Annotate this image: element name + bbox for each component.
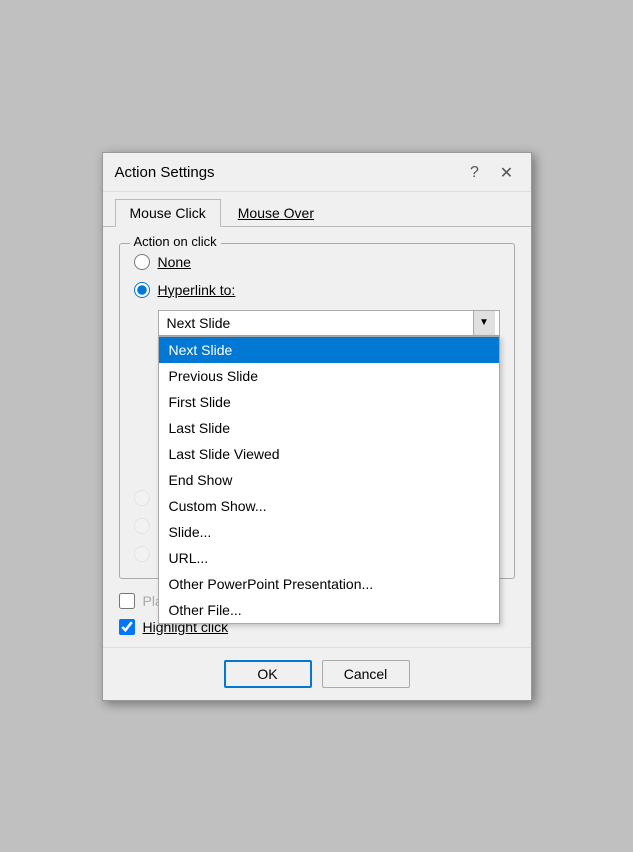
- hyperlink-dropdown[interactable]: Next Slide ▼: [158, 310, 500, 336]
- dropdown-item-end-show[interactable]: End Show: [159, 467, 499, 493]
- highlight-click-checkbox[interactable]: [119, 619, 135, 635]
- play-sound-checkbox[interactable]: [119, 593, 135, 609]
- hyperlink-option-row: Hyperlink to:: [134, 282, 500, 298]
- title-bar: Action Settings ? ✕: [103, 153, 531, 192]
- action-settings-dialog: Action Settings ? ✕ Mouse Click Mouse Ov…: [102, 152, 532, 701]
- dialog-content: Action on click None Hyperlink to: Next …: [103, 227, 531, 647]
- ok-button[interactable]: OK: [224, 660, 312, 688]
- none-label[interactable]: None: [158, 254, 191, 270]
- dropdown-item-last-slide-viewed[interactable]: Last Slide Viewed: [159, 441, 499, 467]
- run-macro-radio[interactable]: [134, 518, 150, 534]
- tab-mouse-click[interactable]: Mouse Click: [115, 199, 221, 227]
- dialog-title: Action Settings: [115, 164, 215, 181]
- none-radio[interactable]: [134, 254, 150, 270]
- dropdown-item-previous-slide[interactable]: Previous Slide: [159, 363, 499, 389]
- hyperlink-dropdown-container: Next Slide ▼ Next Slide Previous Slide F…: [158, 310, 500, 336]
- dropdown-item-slide[interactable]: Slide...: [159, 519, 499, 545]
- run-program-radio[interactable]: [134, 490, 150, 506]
- dropdown-item-last-slide[interactable]: Last Slide: [159, 415, 499, 441]
- dialog-footer: OK Cancel: [103, 647, 531, 700]
- tab-mouse-over[interactable]: Mouse Over: [223, 199, 329, 227]
- tab-bar: Mouse Click Mouse Over: [103, 192, 531, 227]
- hyperlink-label[interactable]: Hyperlink to:: [158, 282, 236, 298]
- help-button[interactable]: ?: [463, 161, 487, 185]
- dropdown-arrow-icon[interactable]: ▼: [473, 311, 495, 335]
- close-button[interactable]: ✕: [495, 161, 519, 185]
- dropdown-item-next-slide[interactable]: Next Slide: [159, 337, 499, 363]
- dropdown-item-custom-show[interactable]: Custom Show...: [159, 493, 499, 519]
- action-on-click-group: Action on click None Hyperlink to: Next …: [119, 243, 515, 579]
- hyperlink-radio[interactable]: [134, 282, 150, 298]
- none-option-row: None: [134, 254, 500, 270]
- object-action-radio[interactable]: [134, 546, 150, 562]
- group-label: Action on click: [130, 234, 221, 249]
- dropdown-list: Next Slide Previous Slide First Slide La…: [158, 336, 500, 624]
- dropdown-item-url[interactable]: URL...: [159, 545, 499, 571]
- cancel-button[interactable]: Cancel: [322, 660, 410, 688]
- dropdown-current-value: Next Slide: [167, 315, 231, 331]
- dropdown-item-first-slide[interactable]: First Slide: [159, 389, 499, 415]
- dropdown-item-other-file[interactable]: Other File...: [159, 597, 499, 623]
- dropdown-item-other-ppt[interactable]: Other PowerPoint Presentation...: [159, 571, 499, 597]
